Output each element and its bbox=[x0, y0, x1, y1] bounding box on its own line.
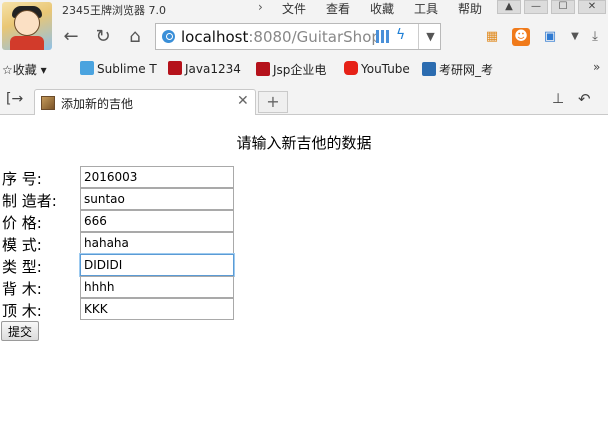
app-title: 2345王牌浏览器 7.0 bbox=[62, 4, 166, 17]
bookmark-youtube[interactable]: YouTube bbox=[344, 61, 410, 77]
more-bookmarks-icon[interactable]: » bbox=[593, 60, 600, 74]
price-label: 价 格: bbox=[2, 214, 42, 232]
minimize-button[interactable]: — bbox=[524, 0, 548, 14]
home-icon[interactable]: ⌂ bbox=[124, 26, 146, 48]
security-shield-icon bbox=[162, 30, 175, 43]
back-icon[interactable]: ← bbox=[60, 26, 82, 48]
menu-favorites[interactable]: 收藏 bbox=[370, 0, 394, 17]
url-text[interactable]: localhost:8080/GuitarShop bbox=[181, 28, 381, 46]
back-wood-label: 背 木: bbox=[2, 280, 42, 298]
undo-icon[interactable]: ↶ bbox=[578, 90, 591, 108]
form-row-type: 类 型: bbox=[0, 254, 240, 276]
guitar-favicon-icon bbox=[41, 96, 55, 110]
tab-add-guitar[interactable]: 添加新的吉他 ✕ bbox=[34, 89, 256, 115]
refresh-icon[interactable]: ↻ bbox=[92, 26, 114, 48]
kaoyan-icon bbox=[422, 62, 436, 76]
bookmark-sublime[interactable]: Sublime T bbox=[80, 61, 157, 77]
submit-button[interactable]: 提交 bbox=[1, 321, 40, 341]
jsp-icon bbox=[256, 62, 270, 76]
sidebar-toggle-icon[interactable]: [→ bbox=[6, 91, 23, 107]
address-bar[interactable]: localhost:8080/GuitarShop ϟ ▼ bbox=[155, 23, 441, 50]
page-content: 请输入新吉他的数据 序 号: 制 造者: 价 格: 模 式: 类 型: 背 木:… bbox=[0, 116, 608, 444]
screenshot-icon[interactable]: ▣ bbox=[541, 28, 559, 46]
close-window-button[interactable]: ✕ bbox=[578, 0, 606, 14]
address-dropdown-icon[interactable]: ▼ bbox=[418, 24, 442, 49]
page-heading: 请输入新吉他的数据 bbox=[236, 134, 372, 152]
bookmark-jsp[interactable]: Jsp企业电 bbox=[256, 61, 326, 77]
speed-mode-icon[interactable]: ϟ bbox=[396, 27, 405, 43]
top-wood-input[interactable] bbox=[80, 298, 234, 320]
model-input[interactable] bbox=[80, 232, 234, 254]
browser-chrome: 2345王牌浏览器 7.0 › 文件 查看 收藏 工具 帮助 ▲ — ☐ ✕ ←… bbox=[0, 0, 608, 115]
form-row-model: 模 式: bbox=[0, 232, 240, 254]
type-input[interactable] bbox=[80, 254, 234, 276]
trash-icon[interactable]: ⊥ bbox=[552, 91, 564, 107]
maximize-button[interactable]: ☐ bbox=[551, 0, 575, 14]
model-label: 模 式: bbox=[2, 236, 42, 254]
tab-title: 添加新的吉他 bbox=[61, 97, 134, 111]
chevron-down-icon: ▾ bbox=[40, 63, 47, 77]
price-input[interactable] bbox=[80, 210, 234, 232]
tool-dropdown-icon[interactable]: ▼ bbox=[566, 28, 584, 46]
menu-view[interactable]: 查看 bbox=[326, 0, 350, 17]
apps-grid-icon[interactable]: ▦ bbox=[483, 28, 501, 46]
top-wood-label: 顶 木: bbox=[2, 302, 42, 320]
youtube-icon bbox=[344, 61, 358, 75]
title-bar: 2345王牌浏览器 7.0 › 文件 查看 收藏 工具 帮助 ▲ — ☐ ✕ bbox=[0, 0, 608, 50]
form-row-price: 价 格: bbox=[0, 210, 240, 232]
menu-file[interactable]: 文件 bbox=[282, 0, 306, 17]
close-icon[interactable]: ✕ bbox=[237, 93, 249, 109]
game-icon[interactable]: ☻ bbox=[512, 28, 530, 46]
serial-label: 序 号: bbox=[2, 170, 42, 188]
serial-input[interactable] bbox=[80, 166, 234, 188]
tab-bar: [→ 添加新的吉他 ✕ + ⊥ ↶ bbox=[0, 87, 608, 115]
builder-label: 制 造者: bbox=[2, 192, 57, 210]
builder-input[interactable] bbox=[80, 188, 234, 210]
bookmark-kaoyan[interactable]: 考研网_考 bbox=[422, 61, 493, 77]
favorites-menu[interactable]: ☆收藏 ▾ bbox=[2, 61, 47, 77]
bookmark-java1234[interactable]: Java1234 bbox=[168, 61, 241, 77]
skin-button[interactable]: ▲ bbox=[497, 0, 521, 14]
qr-code-icon[interactable] bbox=[376, 30, 389, 43]
menu-tools[interactable]: 工具 bbox=[414, 0, 438, 17]
menu-help[interactable]: 帮助 bbox=[458, 0, 482, 17]
sublime-icon bbox=[80, 61, 94, 75]
form-row-top-wood: 顶 木: bbox=[0, 298, 240, 320]
star-icon: ☆ bbox=[2, 63, 13, 77]
chevron-right-icon[interactable]: › bbox=[258, 0, 263, 14]
form-row-back-wood: 背 木: bbox=[0, 276, 240, 298]
back-wood-input[interactable] bbox=[80, 276, 234, 298]
java1234-icon bbox=[168, 61, 182, 75]
form-row-serial: 序 号: bbox=[0, 166, 240, 188]
user-avatar[interactable] bbox=[2, 2, 52, 50]
download-icon[interactable]: ⤓ bbox=[586, 28, 604, 46]
type-label: 类 型: bbox=[2, 258, 42, 276]
form-row-builder: 制 造者: bbox=[0, 188, 240, 210]
new-tab-button[interactable]: + bbox=[258, 91, 288, 113]
